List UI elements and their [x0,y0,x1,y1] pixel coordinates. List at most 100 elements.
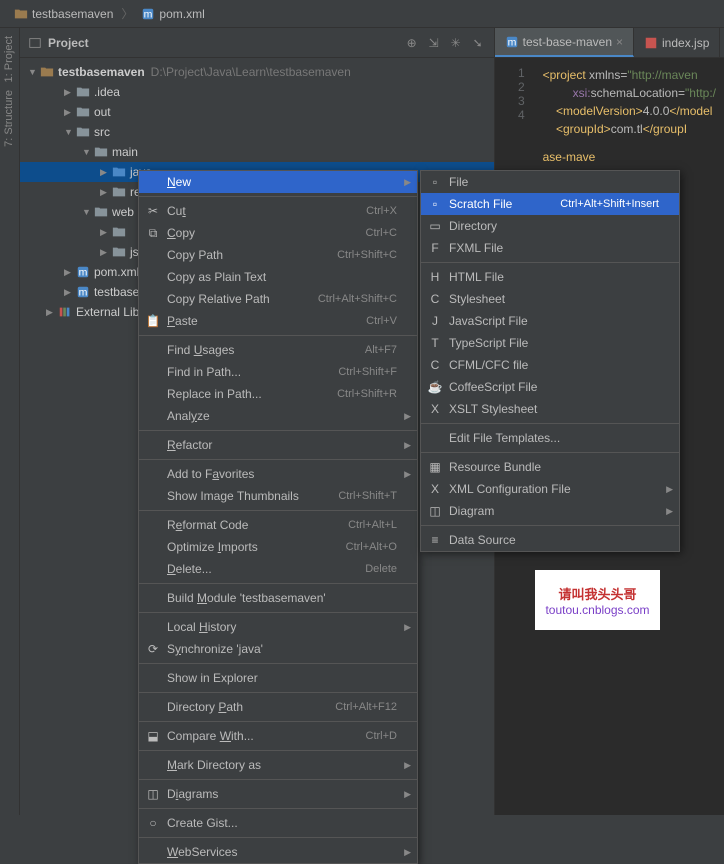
ts-icon: T [427,335,443,351]
menu-item[interactable]: ▫Scratch FileCtrl+Alt+Shift+Insert [421,193,679,215]
expand-icon[interactable]: ▶ [46,307,56,318]
menu-item[interactable]: Analyze▶ [139,405,417,427]
menu-item[interactable]: Find in Path...Ctrl+Shift+F [139,361,417,383]
expand-icon[interactable]: ▶ [64,107,74,118]
gist-icon: ○ [145,815,161,831]
menu-item[interactable]: CStylesheet [421,288,679,310]
db-icon: ≡ [427,532,443,548]
expand-icon[interactable]: ▶ [64,267,74,278]
menu-item[interactable]: Copy as Plain Text [139,266,417,288]
hide-icon[interactable]: ➘ [470,35,486,51]
tab-index[interactable]: index.jsp [634,28,720,57]
xml-icon: X [427,481,443,497]
expand-icon[interactable]: ▶ [100,187,110,198]
chevron-right-icon: ▶ [404,177,411,188]
menu-item[interactable]: Build Module 'testbasemaven' [139,587,417,609]
menu-item[interactable]: Find UsagesAlt+F7 [139,339,417,361]
diff-icon: ⬓ [145,728,161,744]
menu-item[interactable]: Show Image ThumbnailsCtrl+Shift+T [139,485,417,507]
menu-item[interactable]: CCFML/CFC file [421,354,679,376]
chevron-right-icon: ▶ [404,411,411,422]
xslt-icon: X [427,401,443,417]
menu-item[interactable]: ▦Resource Bundle [421,456,679,478]
menu-item[interactable]: ⧉CopyCtrl+C [139,222,417,244]
menu-item[interactable]: XXSLT Stylesheet [421,398,679,420]
breadcrumb-file[interactable]: m pom.xml [135,5,210,23]
menu-item[interactable]: ✂CutCtrl+X [139,200,417,222]
menu-item[interactable]: ≡Data Source [421,529,679,551]
menu-item[interactable]: Local History▶ [139,616,417,638]
menu-item[interactable]: ○Create Gist... [139,812,417,834]
expand-icon[interactable]: ▼ [64,127,74,137]
menu-item[interactable]: Add to Favorites▶ [139,463,417,485]
sync-icon: ⟳ [145,641,161,657]
cf-icon: C [427,357,443,373]
menu-item[interactable]: 📋PasteCtrl+V [139,310,417,332]
menu-item[interactable]: Refactor▶ [139,434,417,456]
tree-item[interactable]: ▼src [20,122,494,142]
menu-item[interactable]: New▶ [139,171,417,193]
menu-item[interactable]: Reformat CodeCtrl+Alt+L [139,514,417,536]
tree-item[interactable]: ▶out [20,102,494,122]
expand-icon[interactable]: ▼ [82,147,92,157]
expand-icon[interactable]: ▶ [64,287,74,298]
menu-item[interactable]: Edit File Templates... [421,427,679,449]
bundle-icon: ▦ [427,459,443,475]
left-rail: 1: Project 7: Structure [0,28,20,815]
project-icon [28,36,42,50]
menu-item[interactable]: Optimize ImportsCtrl+Alt+O [139,536,417,558]
menu-item[interactable]: ⬓Compare With...Ctrl+D [139,725,417,747]
rail-structure[interactable]: 7: Structure [3,90,15,147]
menu-item[interactable]: JJavaScript File [421,310,679,332]
collapse-icon[interactable]: ⇲ [426,35,442,51]
chevron-right-icon: ▶ [666,506,673,517]
gear-icon[interactable]: ✳ [448,35,464,51]
menu-item[interactable]: ☕CoffeeScript File [421,376,679,398]
editor-tabs: m test-base-maven × index.jsp [495,28,724,58]
expand-icon[interactable]: ▼ [28,67,38,77]
chevron-right-icon: 〉 [121,5,133,22]
menu-item[interactable]: ◫Diagram▶ [421,500,679,522]
gutter: 1234 [495,66,525,122]
menu-item[interactable]: Show in Explorer [139,667,417,689]
expand-icon[interactable]: ▶ [100,167,110,178]
menu-item[interactable]: Directory PathCtrl+Alt+F12 [139,696,417,718]
menu-item[interactable]: XXML Configuration File▶ [421,478,679,500]
breadcrumb: testbasemaven 〉 m pom.xml [0,0,724,28]
menu-item[interactable]: HHTML File [421,266,679,288]
locate-icon[interactable]: ⊕ [404,35,420,51]
css-icon: C [427,291,443,307]
tab-pom[interactable]: m test-base-maven × [495,28,634,57]
menu-item[interactable]: Copy Relative PathCtrl+Alt+Shift+C [139,288,417,310]
close-icon[interactable]: × [616,35,623,49]
expand-icon[interactable]: ▶ [100,227,110,238]
folder-icon: ▭ [427,218,443,234]
project-title: Project [48,36,404,50]
menu-item[interactable]: ⟳Synchronize 'java' [139,638,417,660]
coffee-icon: ☕ [427,379,443,395]
menu-item[interactable]: FFXML File [421,237,679,259]
menu-item[interactable]: WebServices▶ [139,841,417,863]
menu-item[interactable]: ▫File [421,171,679,193]
tree-root[interactable]: ▼ testbasemaven D:\Project\Java\Learn\te… [20,62,494,82]
tree-item[interactable]: ▶.idea [20,82,494,102]
expand-icon[interactable]: ▶ [64,87,74,98]
file-icon: ▫ [427,174,443,190]
tree-item[interactable]: ▼main [20,142,494,162]
html-icon: H [427,269,443,285]
breadcrumb-root[interactable]: testbasemaven [8,5,119,23]
project-header: Project ⊕ ⇲ ✳ ➘ [20,28,494,58]
menu-item[interactable]: Mark Directory as▶ [139,754,417,776]
menu-item[interactable]: Replace in Path...Ctrl+Shift+R [139,383,417,405]
menu-item[interactable]: TTypeScript File [421,332,679,354]
expand-icon[interactable]: ▶ [100,247,110,258]
expand-icon[interactable]: ▼ [82,207,92,217]
paste-icon: 📋 [145,313,161,329]
menu-item[interactable]: Delete...Delete [139,558,417,580]
menu-item[interactable]: Copy PathCtrl+Shift+C [139,244,417,266]
menu-item[interactable]: ▭Directory [421,215,679,237]
chevron-right-icon: ▶ [404,789,411,800]
rail-project[interactable]: 1: Project [3,36,15,82]
menu-item[interactable]: ◫Diagrams▶ [139,783,417,805]
svg-text:m: m [507,36,516,48]
